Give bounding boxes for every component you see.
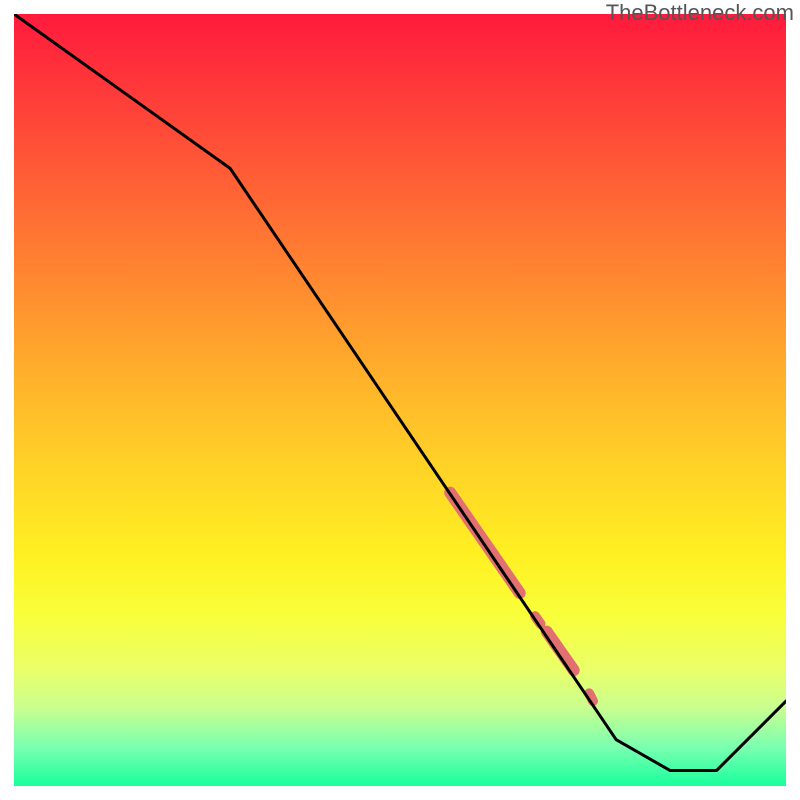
watermark-text: TheBottleneck.com xyxy=(606,0,794,26)
chart-svg xyxy=(14,14,786,786)
bottleneck-curve xyxy=(14,14,786,771)
highlight-lower-thick xyxy=(547,632,574,671)
plot-area xyxy=(14,14,786,786)
chart-container: TheBottleneck.com xyxy=(0,0,800,800)
main-line xyxy=(14,14,786,771)
